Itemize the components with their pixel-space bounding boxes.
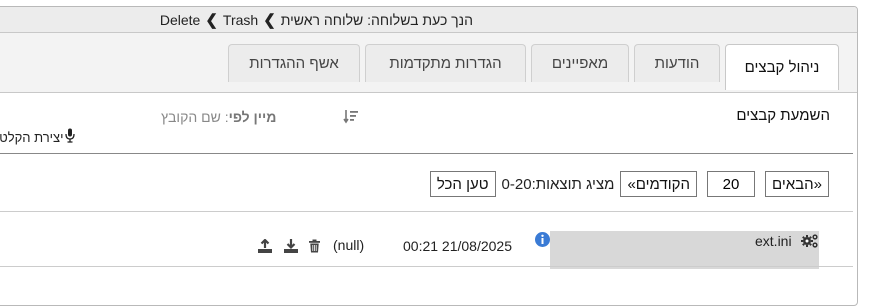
create-recording-label: יצירת הקלטה <box>0 129 64 145</box>
files-title: השמעת קבצים <box>736 107 830 124</box>
next-button[interactable]: «הבאים <box>764 171 829 197</box>
sort-by-value: : שם הקובץ <box>161 109 229 125</box>
breadcrumb-current: הנך כעת בשלוחה: שלוחה ראשית <box>281 12 473 28</box>
microphone-icon <box>64 128 75 146</box>
tab-file-management[interactable]: ניהול קבצים <box>725 44 839 90</box>
breadcrumb-trash[interactable]: Trash <box>223 12 258 28</box>
results-range: מציג תוצאות:0-20 <box>502 176 615 193</box>
tab-advanced-settings[interactable]: הגדרות מתקדמות <box>365 44 526 82</box>
divider <box>0 266 853 267</box>
tab-messages[interactable]: הודעות <box>634 44 720 82</box>
pagination: «הבאים הקודמים» מציג תוצאות:0-20 טען הכל <box>429 171 829 197</box>
showing-results-label: מציג תוצאות: <box>531 175 615 193</box>
upload-icon[interactable] <box>257 238 273 258</box>
gears-icon[interactable] <box>801 233 819 254</box>
sort-by-label: מיין לפי <box>228 109 277 125</box>
file-name[interactable]: ext.ini <box>755 233 792 249</box>
page-size-input[interactable] <box>706 171 755 197</box>
main-panel: Delete ❮ Trash ❮ הנך כעת בשלוחה: שלוחה ר… <box>0 6 858 306</box>
download-icon[interactable] <box>283 239 299 258</box>
results-range-value: 0-20 <box>501 175 532 193</box>
chevron-left-icon: ❮ <box>263 11 276 29</box>
previous-button[interactable]: הקודמים» <box>620 171 697 197</box>
tab-label: הגדרות מתקדמות <box>389 55 502 72</box>
file-management-content: השמעת קבצים מיין לפי: שם הקובץ יצירת הקל… <box>0 93 857 307</box>
breadcrumb: Delete ❮ Trash ❮ הנך כעת בשלוחה: שלוחה ר… <box>0 7 857 33</box>
breadcrumb-current-prefix: הנך כעת בשלוחה: <box>367 11 473 28</box>
tab-label: הודעות <box>654 55 700 72</box>
file-size: (null) <box>333 237 365 253</box>
tab-label: ניהול קבצים <box>744 59 820 76</box>
trash-icon[interactable] <box>308 239 321 258</box>
create-recording-link[interactable]: יצירת הקלטה <box>0 128 75 146</box>
chevron-left-icon: ❮ <box>205 11 218 29</box>
info-icon[interactable] <box>535 232 550 252</box>
tab-label: אשף ההגדרות <box>249 55 339 72</box>
tab-properties[interactable]: מאפיינים <box>531 44 629 82</box>
tab-settings-wizard[interactable]: אשף ההגדרות <box>228 44 360 82</box>
load-all-button[interactable]: טען הכל <box>429 171 496 197</box>
file-datetime: 00:21 21/08/2025 <box>403 238 512 254</box>
divider <box>0 153 853 154</box>
sort-by[interactable]: מיין לפי: שם הקובץ <box>161 109 276 125</box>
tab-bar: ניהול קבצים הודעות מאפיינים הגדרות מתקדמ… <box>0 33 857 93</box>
divider <box>0 211 853 212</box>
breadcrumb-current-name: שלוחה ראשית <box>280 11 364 28</box>
table-row: ext.ini 00:21 21/08/2025 (null) <box>0 225 853 269</box>
breadcrumb-delete[interactable]: Delete <box>160 12 200 28</box>
sort-icon[interactable] <box>343 109 359 130</box>
tab-label: מאפיינים <box>551 55 609 72</box>
